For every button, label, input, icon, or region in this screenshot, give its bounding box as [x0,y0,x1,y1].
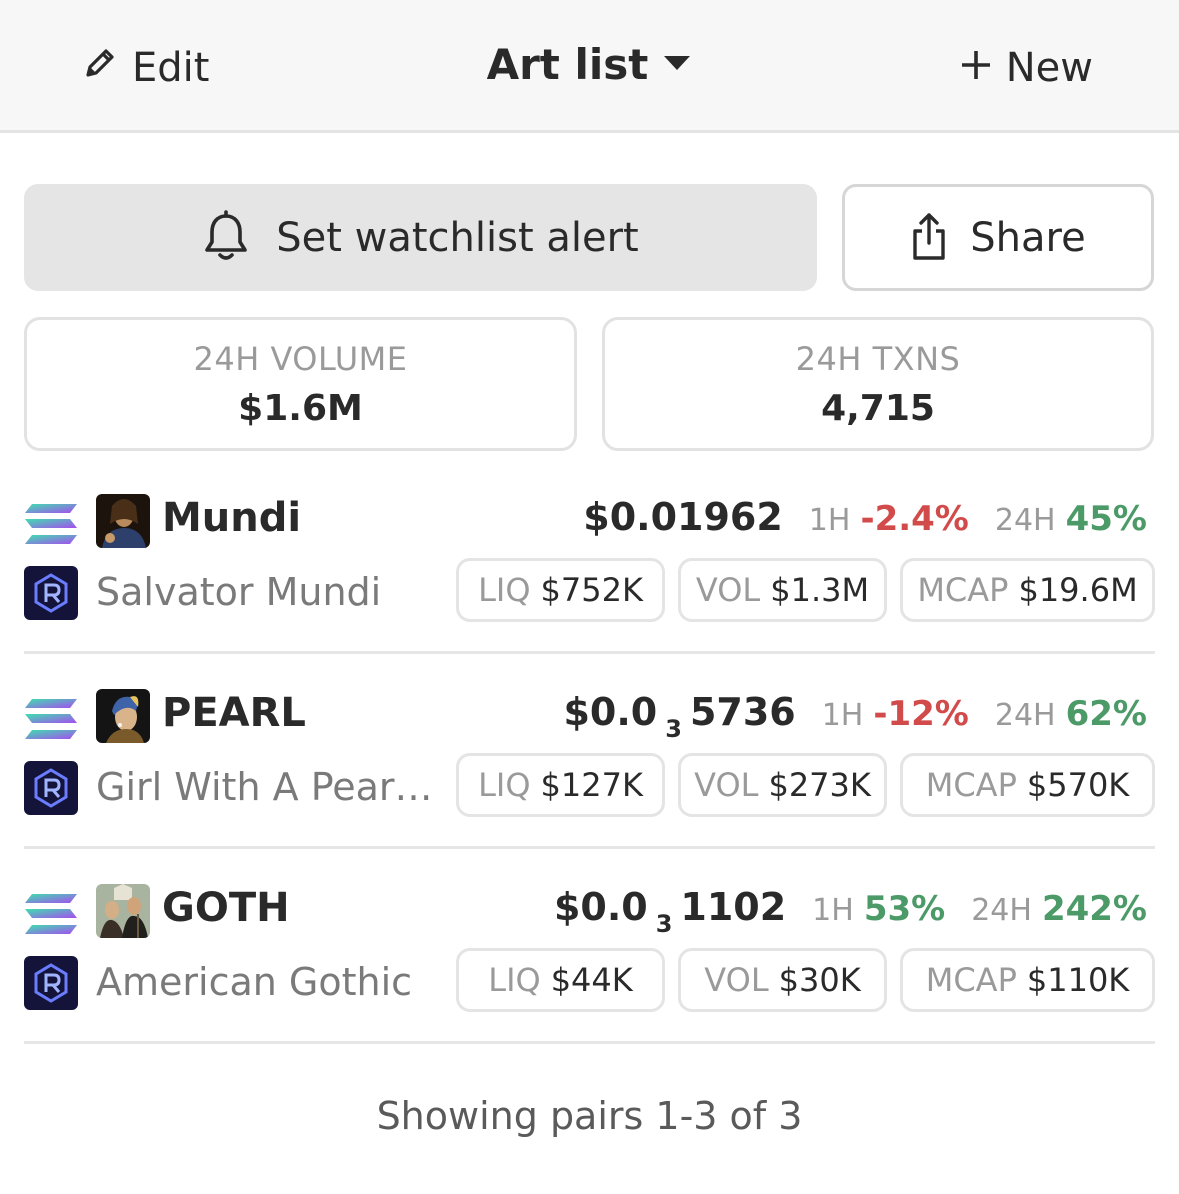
mcap-value: $19.6M [1018,571,1138,609]
price: $0.01962 [583,495,783,539]
price-line: $0.0 3 1102 1H 53% 24H 242% [553,885,1147,938]
vol-label: VOL [694,766,759,804]
liq-label: LIQ [478,766,531,804]
liq-value: $127K [540,766,643,804]
24h-change: 45% [1065,499,1147,539]
txns-stat-card: 24H TXNS 4,715 [602,317,1154,451]
vol-label: VOL [695,571,761,609]
price: $0.0 [553,885,648,929]
price-digits: 1102 [680,885,787,929]
pair-name: American Gothic [96,960,413,1004]
mcap-value: $570K [1026,766,1130,804]
mcap-pill: MCAP $570K [900,753,1155,817]
mcap-label: MCAP [925,961,1017,999]
solana-icon [24,893,78,935]
vol-value: $30K [778,961,861,999]
mcap-label: MCAP [917,571,1009,609]
mcap-pill: MCAP $110K [900,948,1155,1012]
vol-value: $1.3M [770,571,870,609]
pair-row[interactable]: PEARL Girl With A Pearl... $0.0 3 5736 1… [24,654,1155,849]
liq-value: $44K [550,961,633,999]
share-icon [910,211,948,265]
liquidity-pill: LIQ $44K [456,948,665,1012]
plus-icon [960,45,992,91]
pagination-summary: Showing pairs 1-3 of 3 [376,1094,803,1138]
pair-name: Girl With A Pearl... [96,765,436,809]
list-title: Art list [486,40,649,89]
24h-label: 24H [994,503,1056,538]
price-zero-count: 3 [665,715,682,743]
24h-change: 242% [1041,889,1147,929]
girl-with-pearl-thumbnail [96,689,150,743]
solana-icon [24,698,78,740]
pair-symbol: Mundi [162,495,302,541]
set-watchlist-alert-button[interactable]: Set watchlist alert [24,184,817,291]
pair-symbol: PEARL [162,690,306,736]
txns-label: 24H TXNS [795,339,961,378]
volume-stat-card: 24H VOLUME $1.6M [24,317,577,451]
raydium-icon [24,956,78,1010]
volume-pill: VOL $30K [678,948,887,1012]
raydium-icon [24,566,78,620]
liq-value: $752K [540,571,643,609]
bell-icon [202,209,250,266]
caret-down-icon [662,53,692,77]
pair-symbol: GOTH [162,885,290,931]
raydium-icon [24,761,78,815]
24h-label: 24H [994,698,1056,733]
1h-label: 1H [821,698,864,733]
liquidity-pill: LIQ $127K [456,753,665,817]
1h-label: 1H [808,503,851,538]
1h-change: 53% [863,889,946,929]
liq-label: LIQ [478,571,531,609]
solana-icon [24,503,78,545]
price: $0.0 [563,690,658,734]
pair-row[interactable]: GOTH American Gothic $0.0 3 1102 1H 53% … [24,849,1155,1044]
1h-label: 1H [812,893,854,928]
volume-pill: VOL $1.3M [678,558,887,622]
american-gothic-thumbnail [96,884,150,938]
liq-label: LIQ [488,961,541,999]
mcap-value: $110K [1026,961,1130,999]
txns-value: 4,715 [821,387,935,429]
liquidity-pill: LIQ $752K [456,558,665,622]
24h-change: 62% [1065,694,1147,734]
1h-change: -2.4% [860,499,969,539]
volume-value: $1.6M [238,387,363,429]
pair-name: Salvator Mundi [96,570,382,614]
price-zero-count: 3 [655,910,673,938]
pair-row[interactable]: Mundi Salvator Mundi $0.01962 1H -2.4% 2… [24,459,1155,654]
volume-label: 24H VOLUME [193,339,408,378]
share-button[interactable]: Share [842,184,1154,291]
new-label: New [1005,45,1093,91]
alert-label: Set watchlist alert [276,214,639,261]
share-label: Share [970,214,1086,261]
vol-value: $273K [768,766,871,804]
mcap-pill: MCAP $19.6M [900,558,1155,622]
price-digits: 5736 [689,690,796,734]
salvator-mundi-thumbnail [96,494,150,548]
mcap-label: MCAP [925,766,1017,804]
top-bar: Edit Art list New [0,0,1179,133]
price-line: $0.0 3 5736 1H -12% 24H 62% [563,690,1147,743]
24h-label: 24H [971,893,1032,928]
vol-label: VOL [704,961,769,999]
new-button[interactable]: New [960,44,1093,92]
price-line: $0.01962 1H -2.4% 24H 45% [583,495,1147,539]
volume-pill: VOL $273K [678,753,887,817]
1h-change: -12% [873,694,969,734]
